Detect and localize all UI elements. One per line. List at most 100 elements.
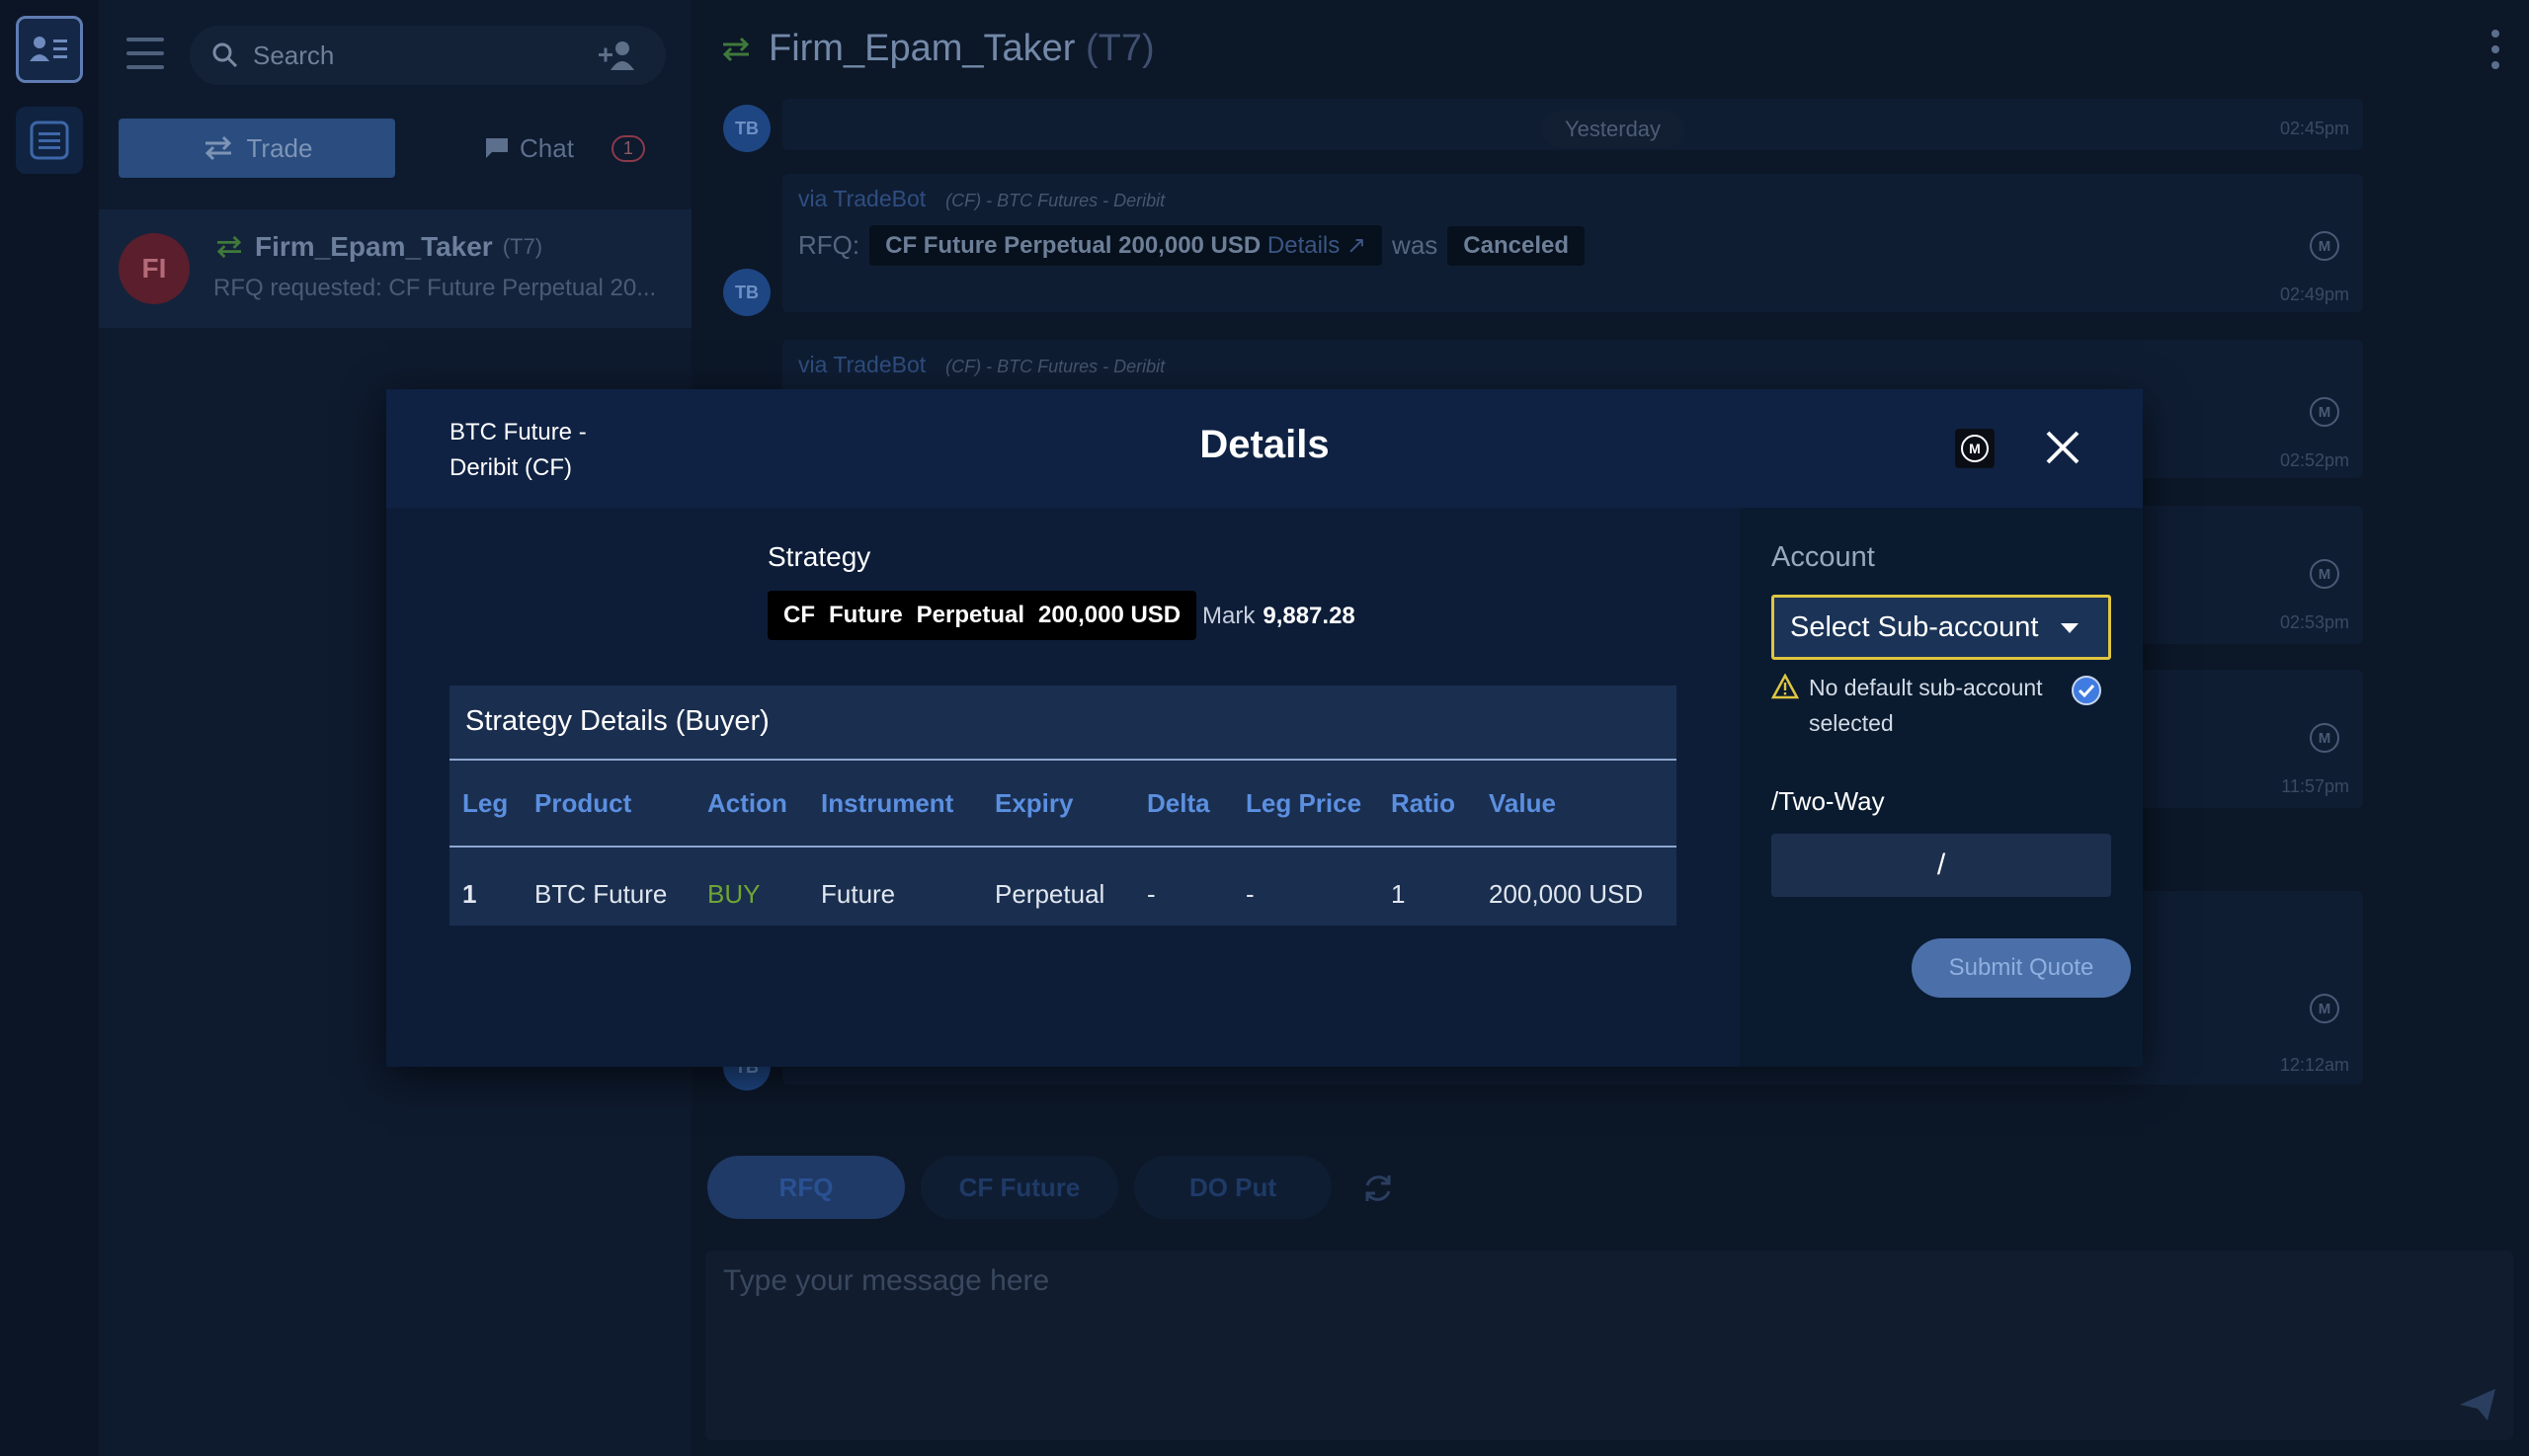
- close-icon[interactable]: [2042, 427, 2083, 468]
- unread-badge: 1: [611, 134, 645, 162]
- column-header-expiry: Expiry: [995, 788, 1074, 818]
- conversation-code: (T7): [502, 234, 543, 259]
- message-time: 12:12am: [2279, 1055, 2349, 1075]
- quote-panel: Account Select Sub-account No default su…: [1740, 508, 2143, 1067]
- via-label: via TradeBot: [798, 352, 927, 377]
- two-way-input[interactable]: /: [1771, 834, 2111, 897]
- rfq-chip-text: CF Future Perpetual 200,000 USD: [885, 232, 1262, 259]
- cell-expiry: Perpetual: [995, 879, 1105, 909]
- mark-icon: M: [2310, 994, 2339, 1023]
- rfq-chip[interactable]: CF Future Perpetual 200,000 USD Details …: [869, 225, 1383, 266]
- column-header-value: Value: [1489, 788, 1556, 818]
- message-via: via TradeBot (CF) - BTC Futures - Deribit: [798, 186, 1165, 212]
- message-time: 02:45pm: [2279, 119, 2349, 138]
- swap-icon: [204, 135, 231, 161]
- divider: [449, 759, 1676, 761]
- message-input[interactable]: Type your message here: [705, 1251, 2513, 1440]
- strategy-chip-part: Perpetual: [916, 602, 1025, 628]
- cell-ratio: 1: [1391, 879, 1406, 909]
- swap-icon: [216, 235, 242, 259]
- table-title: Strategy Details (Buyer): [465, 705, 770, 737]
- chat-header: Firm_Epam_Taker (T7): [719, 28, 1155, 70]
- tab-trade[interactable]: Trade: [119, 119, 395, 178]
- warning-icon: [1771, 674, 1799, 699]
- mark-value: 9,887.28: [1263, 603, 1355, 629]
- message-card: via TradeBot (CF) - BTC Futures - Deribit…: [782, 174, 2363, 312]
- contacts-icon[interactable]: [16, 16, 83, 83]
- strategy-chip-part: Future: [829, 602, 903, 628]
- chat-title-text: Firm_Epam_Taker: [769, 28, 1076, 69]
- message-placeholder: Type your message here: [723, 1264, 1050, 1297]
- search-icon: [212, 42, 238, 68]
- strategy-chip-part: CF: [783, 602, 815, 628]
- cell-leg: 1: [462, 879, 477, 909]
- conversation-item[interactable]: FI Firm_Epam_Taker (T7) RFQ requested: C…: [99, 209, 692, 328]
- no-sub-account-warning: No default sub-account selected: [1771, 670, 2068, 741]
- details-modal: BTC Future - Deribit (CF) Details M Stra…: [386, 389, 2143, 1067]
- check-icon[interactable]: [2072, 676, 2101, 705]
- mark-icon: M: [2310, 723, 2339, 753]
- status-badge: Canceled: [1447, 225, 1586, 266]
- tab-chat-label: Chat: [520, 132, 574, 163]
- modal-header: BTC Future - Deribit (CF) Details M: [386, 389, 2143, 508]
- column-header-leg: Leg: [462, 788, 509, 818]
- conversation-name: Firm_Epam_Taker (T7): [213, 231, 542, 263]
- quick-do-put-button[interactable]: DO Put: [1134, 1156, 1332, 1219]
- mark-icon: M: [2310, 231, 2339, 261]
- warning-text: No default sub-account selected: [1809, 675, 2043, 736]
- quick-cf-future-button[interactable]: CF Future: [921, 1156, 1118, 1219]
- mark-price: Mark 9,887.28: [1202, 603, 1355, 630]
- was-text: was: [1392, 230, 1438, 260]
- message-via: via TradeBot (CF) - BTC Futures - Deribit: [798, 352, 1165, 378]
- sub-account-select-value: Select Sub-account: [1790, 610, 2039, 643]
- modal-title: Details: [1199, 423, 1330, 466]
- message-time: 02:52pm: [2279, 450, 2349, 470]
- tab-trade-label: Trade: [246, 132, 313, 163]
- submit-quote-button[interactable]: Submit Quote: [1912, 938, 2131, 998]
- sub-account-select[interactable]: Select Sub-account: [1771, 595, 2111, 660]
- refresh-icon[interactable]: [1359, 1170, 1397, 1212]
- mark-label: Mark: [1202, 603, 1256, 629]
- column-header-action: Action: [707, 788, 787, 818]
- column-header-ratio: Ratio: [1391, 788, 1455, 818]
- mark-icon: M: [2310, 397, 2339, 427]
- message-time: 02:49pm: [2279, 284, 2349, 304]
- cell-leg-price: -: [1246, 879, 1255, 909]
- rfq-line: RFQ: CF Future Perpetual 200,000 USD Det…: [798, 225, 1586, 266]
- more-options-icon[interactable]: [2491, 30, 2499, 77]
- quick-rfq-button[interactable]: RFQ: [707, 1156, 905, 1219]
- menu-icon[interactable]: [126, 38, 164, 71]
- message-time: 02:53pm: [2279, 612, 2349, 632]
- message-source: (CF) - BTC Futures - Deribit: [945, 191, 1166, 210]
- conversation-preview: RFQ requested: CF Future Perpetual 20...: [213, 275, 657, 301]
- avatar: TB: [723, 105, 771, 152]
- avatar: TB: [723, 269, 771, 316]
- rfq-label: RFQ:: [798, 230, 860, 260]
- strategy-chip-part: 200,000 USD: [1038, 602, 1182, 628]
- chevron-down-icon: [2061, 623, 2079, 633]
- divider: [449, 846, 1676, 848]
- search-input[interactable]: Search: [190, 26, 666, 85]
- details-link[interactable]: Details ↗: [1267, 232, 1366, 259]
- swap-icon: [722, 37, 750, 61]
- list-icon[interactable]: [16, 107, 83, 174]
- tab-chat[interactable]: Chat 1: [484, 119, 672, 178]
- column-header-instrument: Instrument: [821, 788, 954, 818]
- column-header-leg-price: Leg Price: [1246, 788, 1362, 818]
- account-label: Account: [1771, 541, 1875, 573]
- column-header-delta: Delta: [1147, 788, 1210, 818]
- message-source: (CF) - BTC Futures - Deribit: [945, 357, 1166, 376]
- cell-delta: -: [1147, 879, 1156, 909]
- strategy-details-table: Strategy Details (Buyer) Leg Product Act…: [449, 686, 1676, 926]
- send-icon[interactable]: [2458, 1387, 2497, 1422]
- cell-instrument: Future: [821, 879, 896, 909]
- add-user-icon[interactable]: [597, 39, 640, 72]
- chat-title-code: (T7): [1085, 28, 1155, 69]
- via-label: via TradeBot: [798, 186, 927, 211]
- app-rail: [0, 0, 99, 1456]
- mark-icon-glyph: M: [1961, 435, 1989, 462]
- strategy-section: Strategy CF Future Perpetual 200,000 USD…: [386, 508, 1740, 1067]
- avatar: FI: [119, 233, 190, 304]
- chat-icon: [486, 138, 508, 158]
- mark-icon: M: [2310, 559, 2339, 589]
